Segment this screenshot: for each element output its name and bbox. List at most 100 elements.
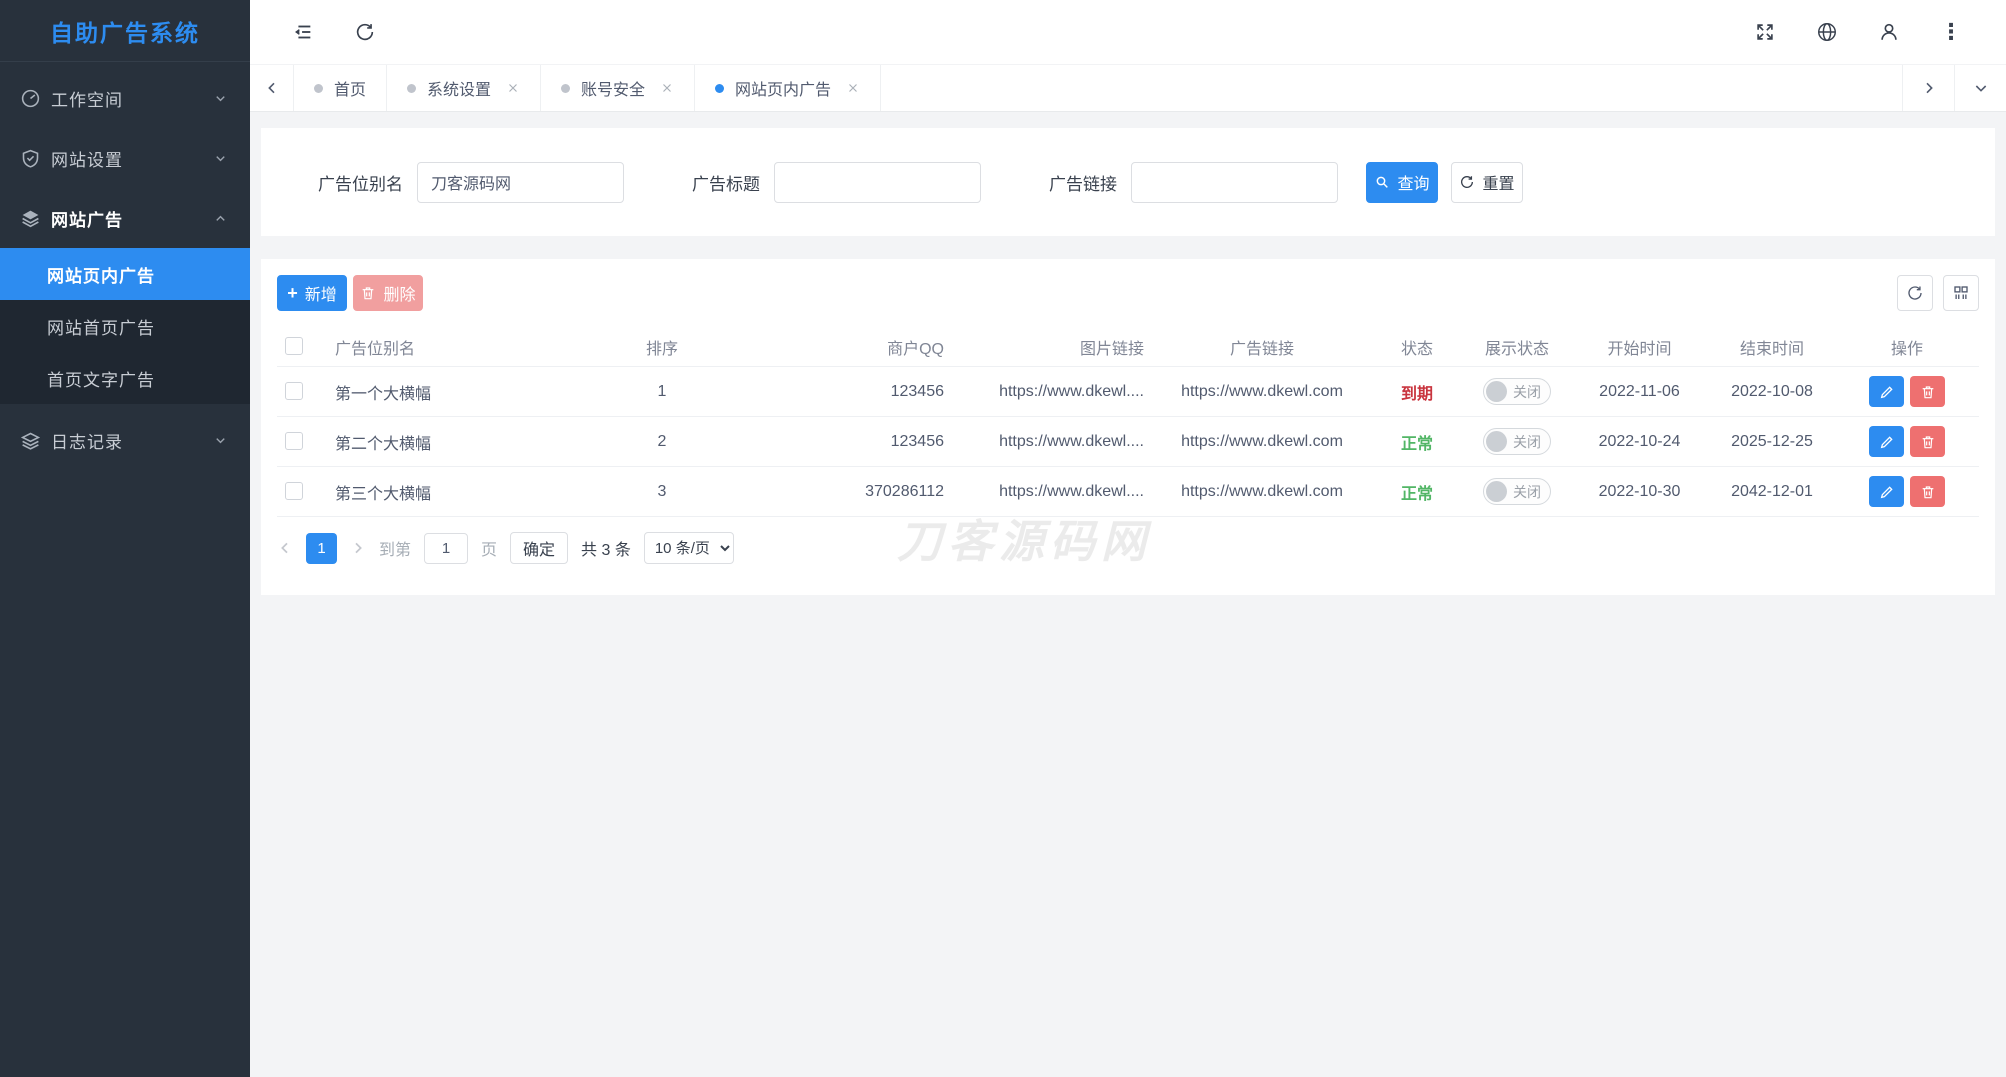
- cell-start-date: 2022-10-24: [1572, 433, 1707, 451]
- tab-bar: 首页 系统设置 账号安全 网站页内广告: [250, 64, 2006, 112]
- cell-image-link: https://www.dkewl....: [952, 433, 1152, 451]
- edit-button[interactable]: [1869, 376, 1904, 407]
- content-area: 广告位别名 广告标题 广告链接 查询: [250, 112, 2006, 1077]
- refresh-icon[interactable]: [354, 21, 376, 43]
- sidebar-item-home-text-ads[interactable]: 首页文字广告: [0, 352, 250, 404]
- tab-label: 账号安全: [581, 76, 645, 100]
- ad-link-input[interactable]: [1131, 162, 1338, 203]
- cell-sort: 1: [607, 383, 717, 401]
- fullscreen-icon[interactable]: [1754, 21, 1776, 43]
- chevron-down-icon: [213, 433, 228, 448]
- menu-fold-icon[interactable]: [292, 21, 314, 43]
- tab-system-settings[interactable]: 系统设置: [387, 65, 541, 111]
- column-header: 开始时间: [1572, 335, 1707, 359]
- status-badge: 到期: [1372, 380, 1462, 404]
- pencil-icon: [1879, 384, 1895, 400]
- header-right-icons: ⋮: [1754, 21, 1962, 43]
- tabs-scroll-left-button[interactable]: [250, 65, 294, 111]
- sidebar-item-page-ads[interactable]: 网站页内广告: [0, 248, 250, 300]
- sidebar-item-home-ads[interactable]: 网站首页广告: [0, 300, 250, 352]
- sidebar-item-site-ads[interactable]: 网站广告: [0, 188, 250, 248]
- table-refresh-button[interactable]: [1897, 275, 1933, 311]
- kebab-menu-icon[interactable]: ⋮: [1940, 21, 1962, 43]
- tab-page-ads[interactable]: 网站页内广告: [695, 65, 881, 111]
- delete-button-label: 删除: [383, 281, 415, 305]
- pencil-icon: [1879, 484, 1895, 500]
- pencil-icon: [1879, 434, 1895, 450]
- search-field-title: 广告标题: [692, 162, 981, 203]
- field-label: 广告链接: [1049, 170, 1117, 195]
- sidebar-submenu: 网站页内广告 网站首页广告 首页文字广告: [0, 248, 250, 404]
- search-icon: [1374, 174, 1390, 190]
- goto-page-input[interactable]: [424, 533, 468, 564]
- toggle-knob: [1486, 381, 1507, 402]
- delete-button[interactable]: 删除: [353, 275, 423, 311]
- globe-icon[interactable]: [1816, 21, 1838, 43]
- close-icon[interactable]: [506, 81, 520, 95]
- tab-account-security[interactable]: 账号安全: [541, 65, 695, 111]
- cell-alias: 第二个大横幅: [327, 430, 607, 454]
- select-all-checkbox[interactable]: [285, 337, 303, 355]
- add-button[interactable]: + 新增: [277, 275, 347, 311]
- toggle-label: 关闭: [1513, 432, 1541, 452]
- page-number-button[interactable]: 1: [306, 533, 337, 564]
- refresh-icon: [1906, 284, 1924, 302]
- sidebar: 自助广告系统 工作空间 网站设置 网站广告 网站页内广告 网站首页广告 首页文字…: [0, 0, 250, 1077]
- row-checkbox[interactable]: [285, 432, 303, 450]
- table-toolbar: + 新增 删除: [277, 275, 1979, 311]
- display-toggle[interactable]: 关闭: [1483, 478, 1551, 505]
- ad-title-input[interactable]: [774, 162, 981, 203]
- page-next-icon[interactable]: [350, 540, 366, 556]
- column-header: 广告位别名: [327, 335, 607, 359]
- chevron-right-icon: [1921, 80, 1937, 96]
- cell-start-date: 2022-10-30: [1572, 483, 1707, 501]
- tabs-scroll-right-button[interactable]: [1902, 65, 1954, 111]
- user-icon[interactable]: [1878, 21, 1900, 43]
- query-button[interactable]: 查询: [1366, 162, 1438, 203]
- columns-icon: [1952, 284, 1970, 302]
- close-icon[interactable]: [846, 81, 860, 95]
- sidebar-subitem-label: 首页文字广告: [47, 366, 155, 391]
- edit-button[interactable]: [1869, 426, 1904, 457]
- sidebar-item-logs[interactable]: 日志记录: [0, 410, 250, 470]
- row-checkbox[interactable]: [285, 482, 303, 500]
- header-left-icons: [292, 21, 376, 43]
- display-toggle[interactable]: 关闭: [1483, 378, 1551, 405]
- tab-dot: [561, 84, 570, 93]
- edit-button[interactable]: [1869, 476, 1904, 507]
- delete-row-button[interactable]: [1910, 376, 1945, 407]
- reset-button[interactable]: 重置: [1451, 162, 1523, 203]
- toggle-label: 关闭: [1513, 482, 1541, 502]
- close-icon[interactable]: [660, 81, 674, 95]
- tab-home[interactable]: 首页: [294, 65, 387, 111]
- shield-check-icon: [20, 148, 41, 169]
- column-settings-button[interactable]: [1943, 275, 1979, 311]
- column-header: 状态: [1372, 335, 1462, 359]
- search-panel: 广告位别名 广告标题 广告链接 查询: [261, 128, 1995, 236]
- top-header: ⋮: [250, 0, 2006, 64]
- goto-confirm-button[interactable]: 确定: [510, 532, 568, 564]
- reset-button-label: 重置: [1482, 170, 1514, 194]
- sidebar-item-site-settings[interactable]: 网站设置: [0, 128, 250, 188]
- search-buttons: 查询 重置: [1366, 162, 1523, 203]
- tabs-menu-button[interactable]: [1954, 65, 2006, 111]
- delete-row-button[interactable]: [1910, 426, 1945, 457]
- cell-ad-link: https://www.dkewl.com: [1152, 383, 1372, 401]
- ad-alias-input[interactable]: [417, 162, 624, 203]
- cell-start-date: 2022-11-06: [1572, 383, 1707, 401]
- chevron-up-icon: [213, 211, 228, 226]
- column-header: 图片链接: [952, 335, 1152, 359]
- cell-end-date: 2022-10-08: [1707, 383, 1837, 401]
- delete-row-button[interactable]: [1910, 476, 1945, 507]
- table-panel: 刀客源码网 + 新增 删除: [261, 259, 1995, 595]
- sidebar-item-workspace[interactable]: 工作空间: [0, 68, 250, 128]
- table-header-row: 广告位别名 排序 商户QQ 图片链接 广告链接 状态 展示状态 开始时间 结束时…: [277, 327, 1979, 367]
- toggle-knob: [1486, 481, 1507, 502]
- display-toggle[interactable]: 关闭: [1483, 428, 1551, 455]
- row-checkbox[interactable]: [285, 382, 303, 400]
- trash-icon: [360, 285, 376, 301]
- page-size-select[interactable]: 10 条/页: [644, 532, 734, 564]
- chevron-down-icon: [1973, 80, 1989, 96]
- app-root: 自助广告系统 工作空间 网站设置 网站广告 网站页内广告 网站首页广告 首页文字…: [0, 0, 2006, 1077]
- page-prev-icon[interactable]: [277, 540, 293, 556]
